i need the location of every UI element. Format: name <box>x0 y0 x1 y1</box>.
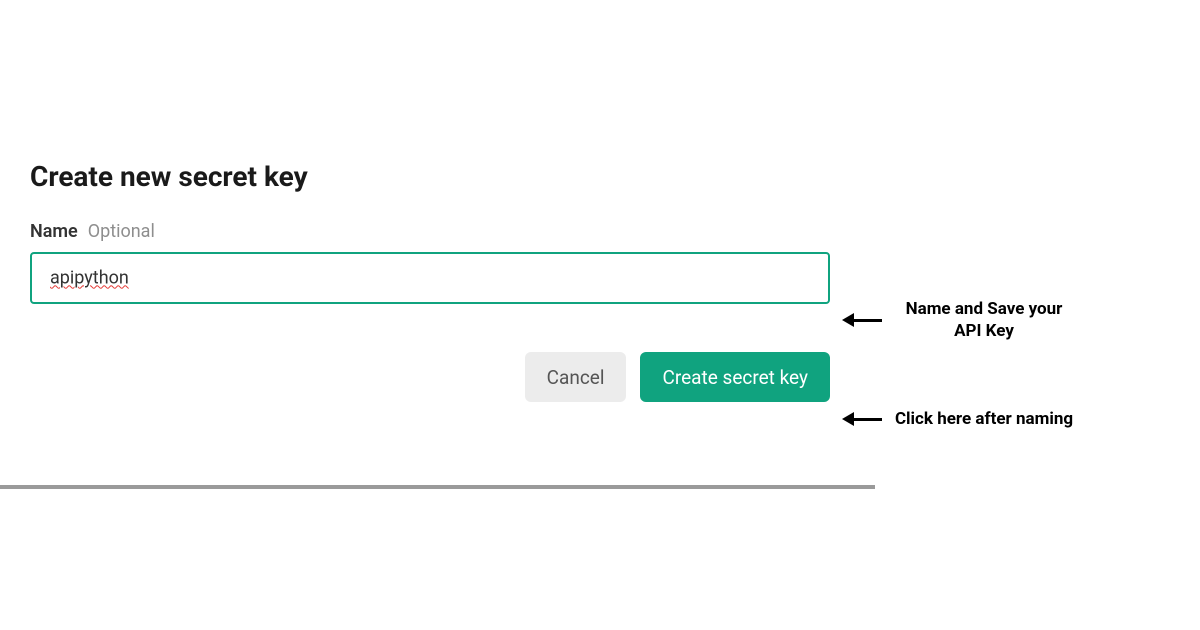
annotation-text-button: Click here after naming <box>894 408 1074 430</box>
arrow-left-icon <box>842 412 882 426</box>
separator-line <box>0 485 875 489</box>
annotation-create-button: Click here after naming <box>842 408 1074 430</box>
cancel-button[interactable]: Cancel <box>525 352 627 402</box>
name-input[interactable] <box>30 252 830 304</box>
annotation-text-input: Name and Save your API Key <box>894 298 1074 342</box>
annotation-name-input: Name and Save your API Key <box>842 298 1074 342</box>
dialog-button-row: Cancel Create secret key <box>30 352 830 402</box>
dialog-title: Create new secret key <box>30 160 830 193</box>
name-field-hint: Optional <box>88 221 155 242</box>
create-secret-key-dialog: Create new secret key Name Optional apip… <box>30 160 830 402</box>
arrow-left-icon <box>842 313 882 327</box>
name-field-label: Name <box>30 221 78 242</box>
create-secret-key-button[interactable]: Create secret key <box>640 352 830 402</box>
name-input-wrapper: apipython <box>30 252 830 304</box>
field-label-row: Name Optional <box>30 221 830 242</box>
